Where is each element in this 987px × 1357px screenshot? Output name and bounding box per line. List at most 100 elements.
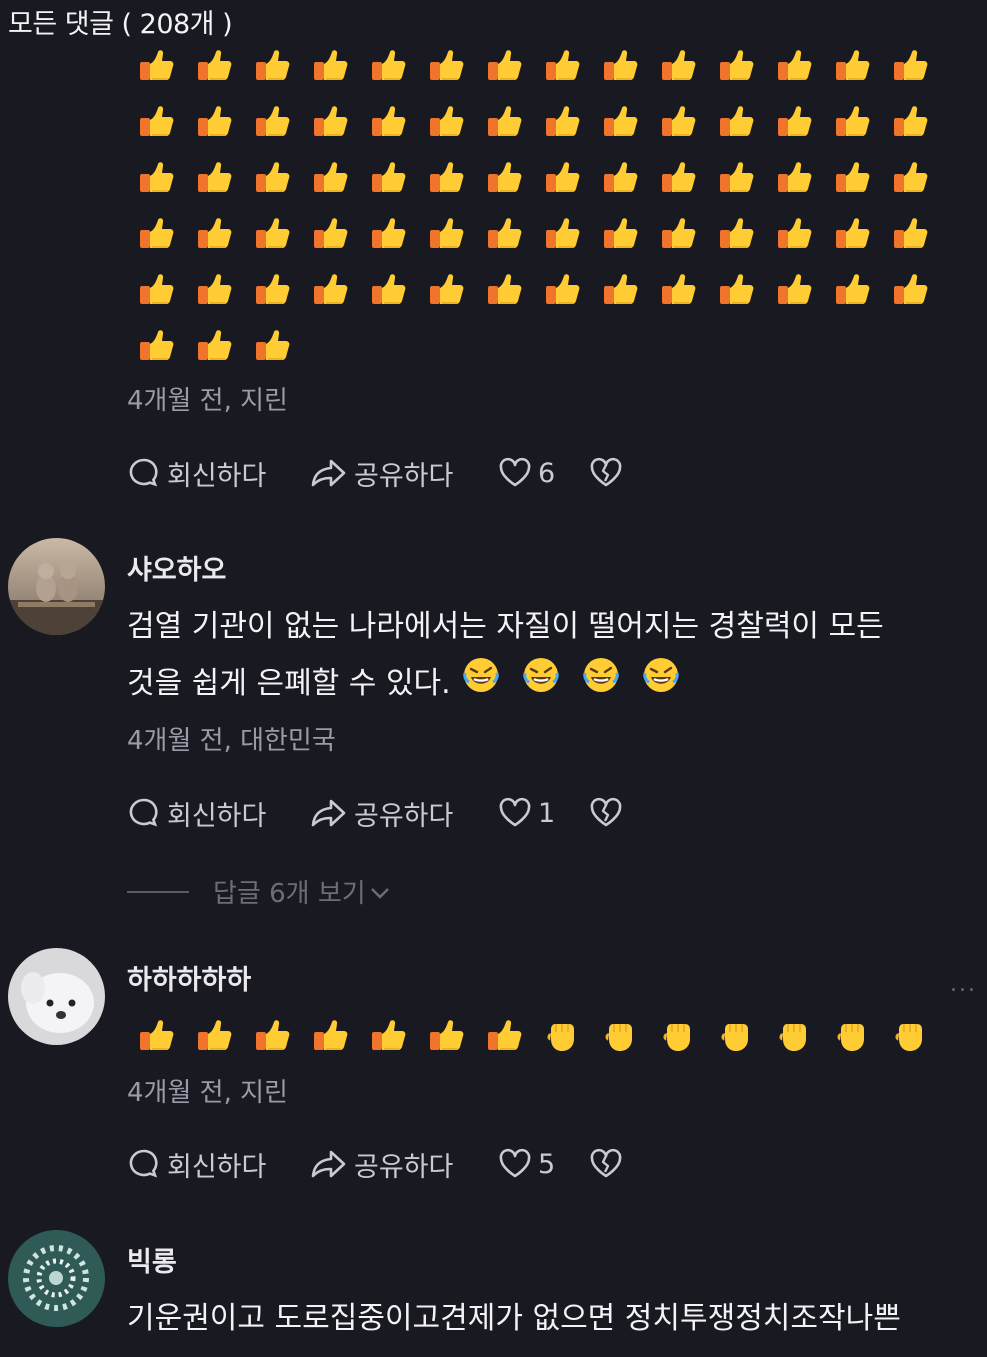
raised-fist-emoji-icon [649,1007,707,1063]
thumbs-up-emoji-icon [417,261,475,317]
thumbs-up-emoji-icon [533,149,591,205]
thumbs-up-emoji-icon [185,37,243,93]
share-button[interactable]: 공유하다 [310,794,498,833]
thumbs-up-emoji-icon [417,1007,475,1063]
dislike-button[interactable] [589,457,623,489]
heart-icon [498,457,532,489]
heart-icon [498,1148,532,1180]
reply-button[interactable]: 회신하다 [127,454,310,493]
share-arrow-icon [310,1147,348,1181]
thumbs-up-emoji-icon [301,1007,359,1063]
broken-heart-icon [589,1148,623,1180]
thumbs-up-emoji-icon [707,261,765,317]
comment-actions: 회신하다 공유하다 6 [127,454,623,493]
rolling-laughing-emoji-icon [581,655,621,714]
thumbs-up-emoji-icon [591,149,649,205]
thumbs-up-emoji-icon [649,93,707,149]
thumbs-up-emoji-icon [301,93,359,149]
thumbs-up-emoji-icon [127,261,185,317]
thumbs-up-emoji-icon [649,261,707,317]
thumbs-up-emoji-icon [243,37,301,93]
view-replies-button[interactable]: 답글 6개 보기 [127,873,390,910]
thumbs-up-emoji-icon [591,93,649,149]
thumbs-up-emoji-icon [881,261,939,317]
thumbs-up-emoji-icon [475,93,533,149]
like-button[interactable]: 5 [498,1148,589,1180]
thumbs-up-emoji-icon [765,261,823,317]
thumbs-up-emoji-icon [533,37,591,93]
share-button[interactable]: 공유하다 [310,454,498,493]
thumbs-up-emoji-icon [823,205,881,261]
like-button[interactable]: 6 [498,457,589,489]
thumbs-up-emoji-icon [591,37,649,93]
thumbs-up-emoji-icon [243,317,301,373]
thumbs-up-emoji-icon [417,205,475,261]
thumbs-up-emoji-icon [359,37,417,93]
thumbs-up-emoji-icon [533,205,591,261]
thumbs-up-emoji-icon [881,93,939,149]
comment-meta: 4개월 전, 지린 [127,1078,288,1108]
more-options-button[interactable]: ... [950,972,977,997]
thumbs-up-emoji-icon [475,261,533,317]
thumbs-up-emoji-icon [475,205,533,261]
thumbs-up-emoji-icon [127,317,185,373]
thumbs-up-emoji-icon [301,205,359,261]
comment-username[interactable]: 샤오하오 [127,548,226,587]
dislike-button[interactable] [589,1148,623,1180]
thumbs-up-emoji-icon [359,149,417,205]
thumbs-up-emoji-icon [185,317,243,373]
thumbs-up-emoji-icon [823,37,881,93]
broken-heart-icon [589,797,623,829]
thumbs-up-emoji-icon [127,93,185,149]
thumbs-up-emoji-icon [417,37,475,93]
thumbs-up-emoji-icon [707,37,765,93]
thumbs-up-emoji-icon [185,261,243,317]
thumbs-up-emoji-icon [127,1007,185,1063]
rolling-laughing-emoji-icon [521,655,561,714]
thumbs-up-emoji-icon [881,37,939,93]
comment-text: 검열 기관이 없는 나라에서는 자질이 떨어지는 경찰력이 모든 것을 쉽게 은… [127,599,884,714]
comment-username[interactable]: 빅롱 [127,1240,177,1279]
share-arrow-icon [310,796,348,830]
comment-username[interactable]: 하하하하하 [127,958,251,997]
thumbs-up-emoji-icon [823,261,881,317]
like-count: 5 [538,1148,556,1180]
raised-fist-emoji-icon [881,1007,939,1063]
reply-button[interactable]: 회신하다 [127,794,310,833]
thumbs-up-emoji-icon [243,205,301,261]
thumbs-up-emoji-icon [881,205,939,261]
thumbs-up-emoji-icon [359,261,417,317]
dislike-button[interactable] [589,797,623,829]
raised-fist-emoji-icon [707,1007,765,1063]
thumbs-up-emoji-icon [707,205,765,261]
reply-button[interactable]: 회신하다 [127,1145,310,1184]
like-button[interactable]: 1 [498,797,589,829]
share-button[interactable]: 공유하다 [310,1145,498,1184]
rolling-laughing-emoji-icon [641,655,681,714]
thumbs-up-emoji-grid [127,37,939,373]
thumbs-up-emoji-icon [417,93,475,149]
thumbs-up-emoji-icon [765,205,823,261]
thumbs-up-emoji-icon [649,37,707,93]
comments-header: 모든 댓글 ( 208개 ) [8,9,233,40]
avatar-flower[interactable] [8,1230,105,1327]
avatar-cats[interactable] [8,538,105,635]
heart-icon [498,797,532,829]
comment-actions: 회신하다 공유하다 1 [127,794,623,833]
laughing-emoji-group [451,658,681,701]
thumbs-up-emoji-icon [243,261,301,317]
avatar-dog[interactable] [8,948,105,1045]
raised-fist-emoji-icon [533,1007,591,1063]
thumbs-up-emoji-icon [301,149,359,205]
thumbs-up-emoji-icon [475,1007,533,1063]
comment-text: 기운권이고 도로집중이고견제가 없으면 정치투쟁정치조작나쁜 [127,1301,901,1336]
thumbs-up-emoji-icon [185,205,243,261]
thumbs-up-emoji-icon [359,1007,417,1063]
thumbs-up-emoji-icon [127,149,185,205]
thumbs-up-emoji-icon [765,37,823,93]
share-arrow-icon [310,456,348,490]
thumbs-up-emoji-icon [649,205,707,261]
raised-fist-emoji-icon [765,1007,823,1063]
thumbs-up-emoji-icon [185,149,243,205]
thumbs-up-emoji-icon [301,261,359,317]
